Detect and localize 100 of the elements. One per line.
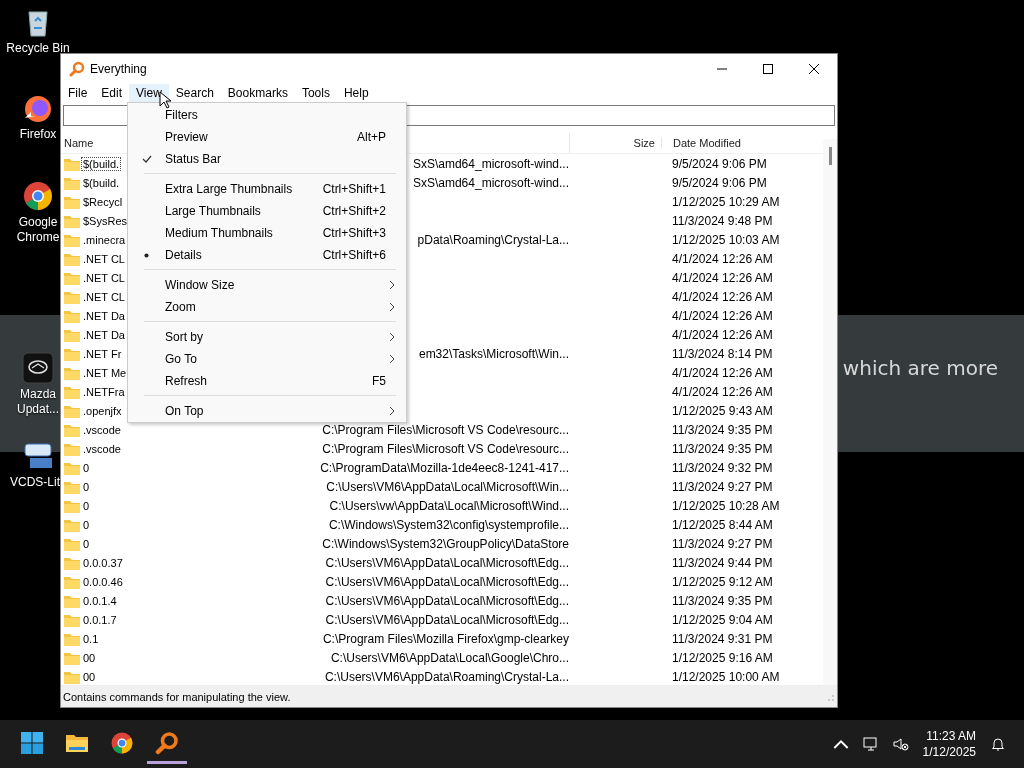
menu-option[interactable]: Go To (128, 348, 406, 370)
menu-option[interactable]: Preview Alt+P (128, 126, 406, 148)
volume-muted-icon[interactable] (892, 736, 909, 752)
chrome-icon[interactable] (22, 180, 54, 212)
desktop-icon-label[interactable]: Mazda Updat... (17, 387, 59, 417)
file-name[interactable]: $SysRes (81, 213, 130, 228)
menu-item[interactable]: Help (336, 84, 376, 102)
menu-option[interactable]: Extra Large Thumbnails Ctrl+Shift+1 (128, 178, 406, 200)
resize-grip-icon[interactable] (826, 692, 834, 701)
column-header[interactable]: Date Modified (662, 137, 741, 149)
file-name[interactable]: .NET CL (81, 251, 127, 266)
menu-option[interactable]: Details Ctrl+Shift+6 (128, 244, 406, 266)
date-modified: 1/12/2025 9:16 AM (671, 650, 773, 665)
scrollbar[interactable] (823, 139, 837, 685)
file-path: C:\Users\VM6\AppData\Local\Microsoft\Edg... (325, 574, 569, 589)
folder-icon (64, 232, 80, 247)
file-name[interactable]: .NETFra (81, 384, 127, 399)
file-name[interactable]: 0 (81, 479, 92, 494)
date-modified: 11/3/2024 8:14 PM (671, 346, 773, 361)
network-icon[interactable] (862, 736, 879, 752)
menu-item[interactable]: Tools (294, 84, 337, 102)
menu-option[interactable]: Medium Thumbnails Ctrl+Shift+3 (128, 222, 406, 244)
folder-icon (64, 270, 80, 285)
clock-time[interactable]: 11:23 AM (926, 728, 976, 744)
menu-item[interactable]: File (61, 84, 95, 102)
file-name[interactable]: $(build. (81, 156, 122, 171)
desktop-icon-label[interactable]: Google Chrome (16, 215, 60, 245)
file-path: C:\Windows\System32\config\systemprofile... (328, 517, 569, 532)
desktop-icon-label[interactable]: VCDS-Lit (10, 475, 60, 490)
file-name[interactable]: $(build. (81, 175, 122, 190)
file-name[interactable]: .vscode (81, 422, 123, 437)
menu-item[interactable]: Edit (94, 84, 130, 102)
file-name[interactable]: 0.1 (81, 631, 101, 646)
file-name[interactable]: 0.0.0.46 (81, 574, 125, 589)
magnifier-icon (155, 730, 179, 755)
file-path: C:\Program Files\Microsoft VS Code\resourc... (322, 441, 569, 456)
folder-icon (64, 213, 80, 228)
menu-option[interactable]: On Top (128, 400, 406, 422)
file-name[interactable]: .NET CL (81, 270, 127, 285)
folder-icon (64, 441, 80, 456)
file-path: C:\Users\VM6\AppData\Local\Microsoft\Edg... (325, 593, 569, 608)
file-name[interactable]: 00 (81, 650, 98, 665)
file-name[interactable]: .NET Da (81, 308, 127, 323)
date-modified: 4/1/2024 12:26 AM (671, 308, 773, 323)
file-name[interactable]: .NET Da (81, 327, 127, 342)
folder-icon (64, 536, 80, 551)
desktop-icon-label[interactable]: Recycle Bin (6, 41, 70, 56)
file-name[interactable]: .NET Me (81, 365, 129, 380)
date-modified: 1/12/2025 10:00 AM (671, 669, 780, 684)
file-name[interactable]: 00 (81, 669, 98, 684)
notification-bell-icon[interactable] (990, 736, 1006, 752)
file-name[interactable]: 0.0.1.7 (81, 612, 119, 627)
file-path: C:\Users\VM6\AppData\Local\Microsoft\Edg... (325, 612, 569, 627)
file-name[interactable]: .NET Fr (81, 346, 124, 361)
desktop-icon-label[interactable]: Firefox (19, 127, 57, 142)
menu-option[interactable]: Status Bar (128, 148, 406, 170)
folder-icon (64, 460, 80, 475)
date-modified: 1/12/2025 10:28 AM (671, 498, 780, 513)
file-name[interactable]: $Recycl (81, 194, 125, 209)
folder-icon (64, 365, 80, 380)
folder-icon (64, 479, 80, 494)
chevron-icon (389, 406, 395, 416)
caption-text: which are more (842, 355, 998, 380)
menu-item[interactable]: Bookmarks (220, 84, 295, 102)
date-modified: 4/1/2024 12:26 AM (671, 270, 773, 285)
menu-option[interactable]: Filters (128, 104, 406, 126)
folder-icon (64, 289, 80, 304)
scroll-thumb[interactable] (829, 147, 832, 165)
date-modified: 11/3/2024 9:35 PM (671, 422, 773, 437)
folder-icon (64, 612, 80, 627)
maximize-icon (763, 63, 773, 74)
clock-date[interactable]: 1/12/2025 (922, 744, 976, 760)
menu-option[interactable]: Zoom (128, 296, 406, 318)
file-name[interactable]: .NET CL (81, 289, 127, 304)
menu-option[interactable]: Large Thumbnails Ctrl+Shift+2 (128, 200, 406, 222)
file-path: C:\Program Files\Mozilla Firefox\gmp-clearkey (322, 631, 569, 646)
folder-icon (64, 422, 80, 437)
file-name[interactable]: 0 (81, 498, 92, 513)
file-name[interactable]: .openjfx (81, 403, 124, 418)
file-name[interactable]: 0 (81, 517, 92, 532)
folder-icon (64, 346, 80, 361)
file-name[interactable]: .vscode (81, 441, 123, 456)
file-name[interactable]: 0.0.0.37 (81, 555, 125, 570)
menu-option[interactable]: Refresh F5 (128, 370, 406, 392)
file-name[interactable]: 0 (81, 460, 92, 475)
folder-icon (64, 308, 80, 323)
date-modified: 1/12/2025 9:43 AM (671, 403, 773, 418)
folder-icon (64, 650, 80, 665)
column-header[interactable]: Size (570, 137, 662, 149)
file-path: C:\Users\VM6\AppData\Roaming\Crystal-La... (324, 669, 569, 684)
date-modified: 4/1/2024 12:26 AM (671, 289, 773, 304)
file-name[interactable]: 0 (81, 536, 92, 551)
windows-logo-icon (20, 730, 44, 755)
menu-option[interactable]: Window Size (128, 274, 406, 296)
mazda-icon[interactable] (22, 352, 54, 384)
menu-item[interactable]: Search (168, 84, 221, 102)
file-path: C:\Users\VM6\AppData\Local\Microsoft\Edg... (325, 555, 569, 570)
menu-option[interactable]: Sort by (128, 326, 406, 348)
file-name[interactable]: 0.0.1.4 (81, 593, 119, 608)
file-name[interactable]: .minecra (81, 232, 128, 247)
